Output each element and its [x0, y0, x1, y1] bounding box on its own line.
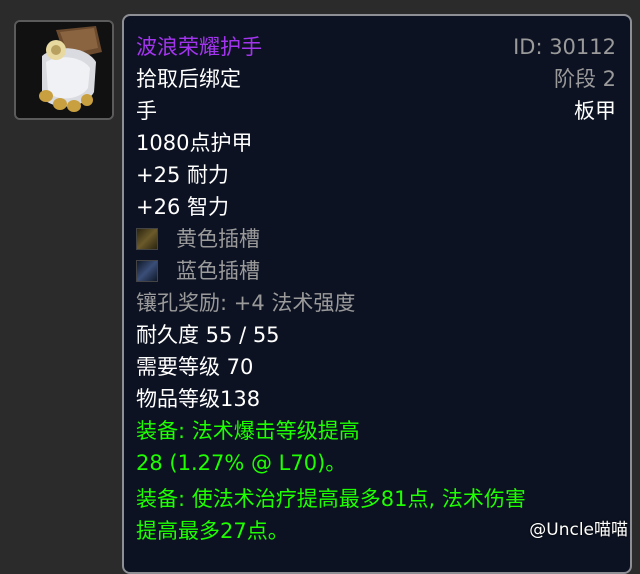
intellect-stat: +26 智力: [136, 195, 229, 219]
armor-type: 板甲: [574, 99, 616, 123]
item-icon-frame[interactable]: [14, 20, 114, 120]
item-level: 物品等级138: [136, 387, 261, 411]
blue-socket-icon: [136, 260, 158, 282]
socket-yellow: 黄色插槽: [136, 226, 260, 252]
socket-blue: 蓝色插槽: [136, 258, 260, 284]
equip-effect-1: 装备: 法术爆击等级提高: [136, 419, 360, 443]
item-name[interactable]: 波浪荣耀护手: [136, 34, 262, 60]
durability: 耐久度 55 / 55: [136, 323, 280, 347]
equip-effect-2: 装备: 使法术治疗提高最多81点, 法术伤害: [136, 487, 526, 511]
armor-value: 1080点护甲: [136, 131, 253, 155]
required-level: 需要等级 70: [136, 355, 254, 379]
item-tooltip: 波浪荣耀护手 ID: 30112 拾取后绑定 阶段 2 手 板甲 1080点护甲…: [122, 14, 632, 574]
socket-bonus: 镶孔奖励: +4 法术强度: [136, 291, 356, 315]
bind-type: 拾取后绑定: [136, 67, 241, 91]
watermark: @Uncle喵喵: [529, 520, 628, 540]
equip-effect-1-cont: 28 (1.27% @ L70)。: [136, 451, 347, 475]
gauntlets-icon: [16, 22, 112, 118]
slot-label: 手: [136, 99, 157, 123]
socket-yellow-label: 黄色插槽: [176, 227, 260, 251]
item-id: ID: 30112: [513, 35, 616, 59]
stamina-stat: +25 耐力: [136, 163, 229, 187]
yellow-socket-icon: [136, 228, 158, 250]
phase-label: 阶段 2: [553, 67, 616, 91]
equip-effect-2-cont: 提高最多27点。: [136, 519, 289, 543]
socket-blue-label: 蓝色插槽: [176, 259, 260, 283]
